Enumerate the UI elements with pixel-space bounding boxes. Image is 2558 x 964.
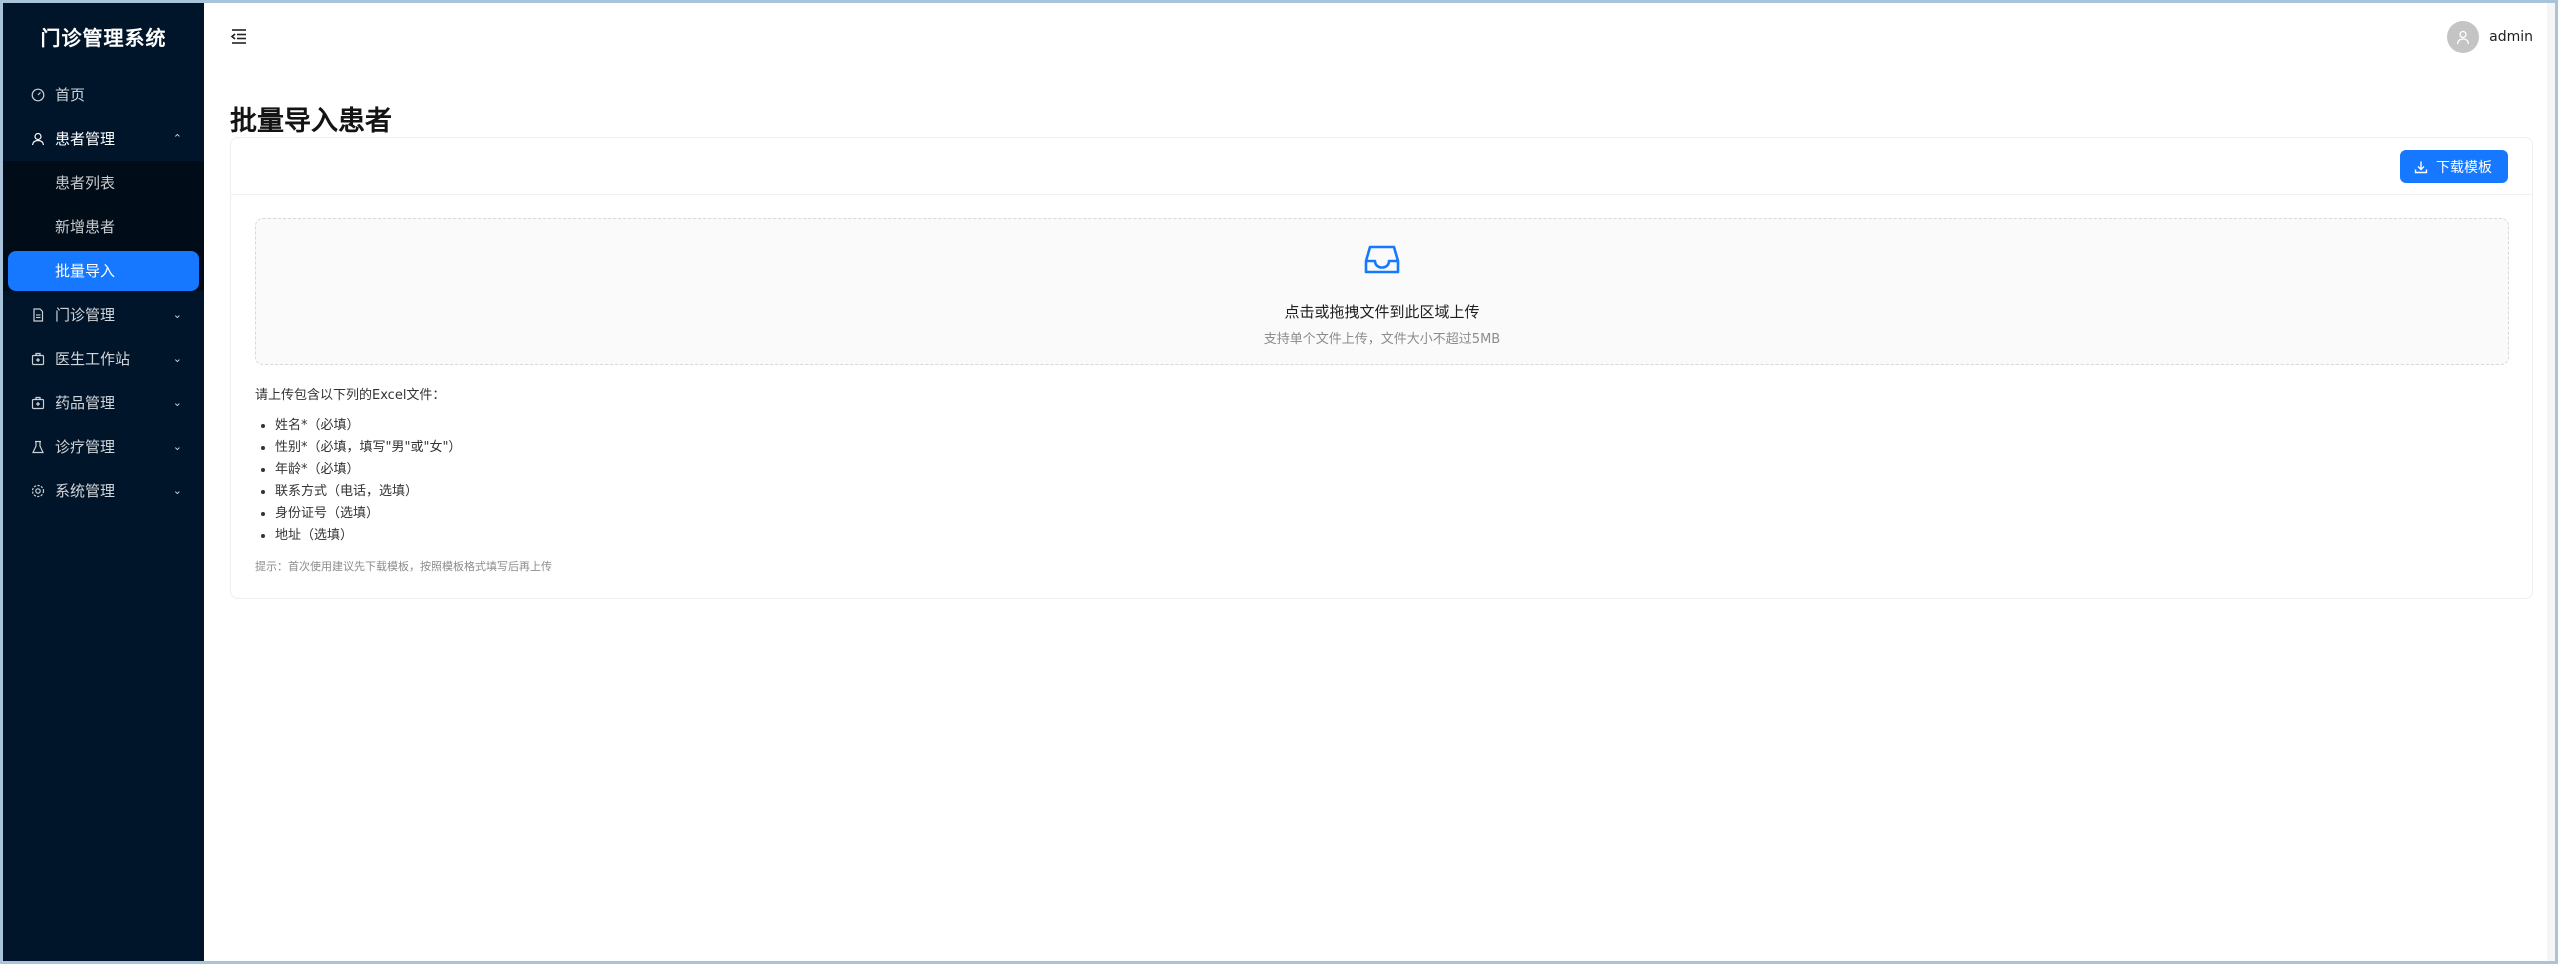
inbox-icon	[1364, 245, 1400, 274]
download-template-button[interactable]: 下载模板	[2400, 150, 2508, 183]
download-icon	[2414, 161, 2428, 173]
user-icon	[2456, 30, 2470, 45]
download-template-label: 下载模板	[2436, 159, 2492, 176]
list-item: 姓名*（必填）	[275, 415, 461, 437]
username: admin	[2489, 29, 2533, 45]
card-header: 下载模板	[231, 138, 2532, 195]
setting-icon	[31, 484, 45, 498]
sidebar-item-label: 药品管理	[55, 394, 116, 412]
dropzone-hint: 支持单个文件上传，文件大小不超过5MB	[1263, 332, 1501, 347]
sidebar-item-doctor-station[interactable]: 医生工作站 ⌄	[3, 337, 204, 381]
list-item: 地址（选填）	[275, 525, 461, 547]
field-list: 姓名*（必填） 性别*（必填，填写"男"或"女"） 年龄*（必填） 联系方式（电…	[255, 415, 461, 547]
sidebar: 门诊管理系统 首页 患者管理 ⌃ 患者列表 新增患者 批量导入 门诊管理 ⌄ 医…	[3, 3, 204, 961]
avatar	[2447, 21, 2480, 53]
sidebar-item-label: 诊疗管理	[55, 438, 116, 456]
chevron-down-icon: ⌄	[172, 440, 182, 453]
sidebar-item-label: 门诊管理	[55, 306, 116, 324]
import-card: 下载模板 点击或拖拽文件到此区域上传 支持单个文件上传，文件大小不超过5MB 请…	[230, 137, 2533, 599]
instructions-intro: 请上传包含以下列的Excel文件：	[255, 388, 446, 403]
list-item: 联系方式（电话，选填）	[275, 481, 461, 503]
file-icon	[33, 308, 44, 322]
chevron-down-icon: ⌄	[172, 484, 182, 497]
top-header: admin	[204, 3, 2555, 73]
upload-tip: 提示：首次使用建议先下载模板，按照模板格式填写后再上传	[255, 560, 552, 573]
list-item: 性别*（必填，填写"男"或"女"）	[275, 437, 461, 459]
medicine-box-icon	[31, 396, 45, 410]
list-item: 身份证号（选填）	[275, 503, 461, 525]
sidebar-item-label: 医生工作站	[55, 350, 131, 368]
sidebar-item-clinic[interactable]: 门诊管理 ⌄	[3, 293, 204, 337]
page-title: 批量导入患者	[230, 106, 392, 137]
sidebar-item-label: 首页	[55, 86, 86, 104]
medicine-box-icon	[31, 352, 45, 366]
list-item: 年龄*（必填）	[275, 459, 461, 481]
chevron-down-icon: ⌄	[172, 352, 182, 365]
chevron-up-icon: ⌃	[172, 132, 182, 145]
sidebar-item-home[interactable]: 首页	[3, 73, 204, 117]
sidebar-item-label: 系统管理	[55, 482, 116, 500]
chevron-down-icon: ⌄	[172, 396, 182, 409]
sidebar-item-treatment[interactable]: 诊疗管理 ⌄	[3, 425, 204, 469]
dropzone-text: 点击或拖拽文件到此区域上传	[1284, 303, 1480, 321]
chevron-down-icon: ⌄	[172, 308, 182, 321]
user-icon	[31, 132, 45, 146]
sidebar-item-patient-list[interactable]: 患者列表	[3, 161, 204, 205]
experiment-icon	[32, 440, 44, 454]
sidebar-item-patients[interactable]: 患者管理 ⌃	[3, 117, 204, 161]
menu-fold-icon[interactable]	[230, 27, 248, 45]
user-menu[interactable]: admin	[2447, 20, 2533, 54]
sidebar-item-drugs[interactable]: 药品管理 ⌄	[3, 381, 204, 425]
sidebar-item-new-patient[interactable]: 新增患者	[3, 205, 204, 249]
sidebar-item-label: 患者管理	[55, 130, 116, 148]
upload-dropzone[interactable]: 点击或拖拽文件到此区域上传 支持单个文件上传，文件大小不超过5MB	[255, 218, 2509, 365]
sidebar-item-batch-import[interactable]: 批量导入	[8, 251, 199, 291]
app-logo-title: 门诊管理系统	[40, 26, 167, 50]
submenu-patients: 患者列表 新增患者 批量导入	[3, 161, 204, 291]
instructions: 请上传包含以下列的Excel文件： 姓名*（必填） 性别*（必填，填写"男"或"…	[255, 384, 461, 547]
sidebar-item-system[interactable]: 系统管理 ⌄	[3, 469, 204, 513]
scrollbar[interactable]	[2547, 3, 2555, 961]
app-window: 门诊管理系统 首页 患者管理 ⌃ 患者列表 新增患者 批量导入 门诊管理 ⌄ 医…	[0, 0, 2558, 964]
dashboard-icon	[31, 88, 45, 102]
